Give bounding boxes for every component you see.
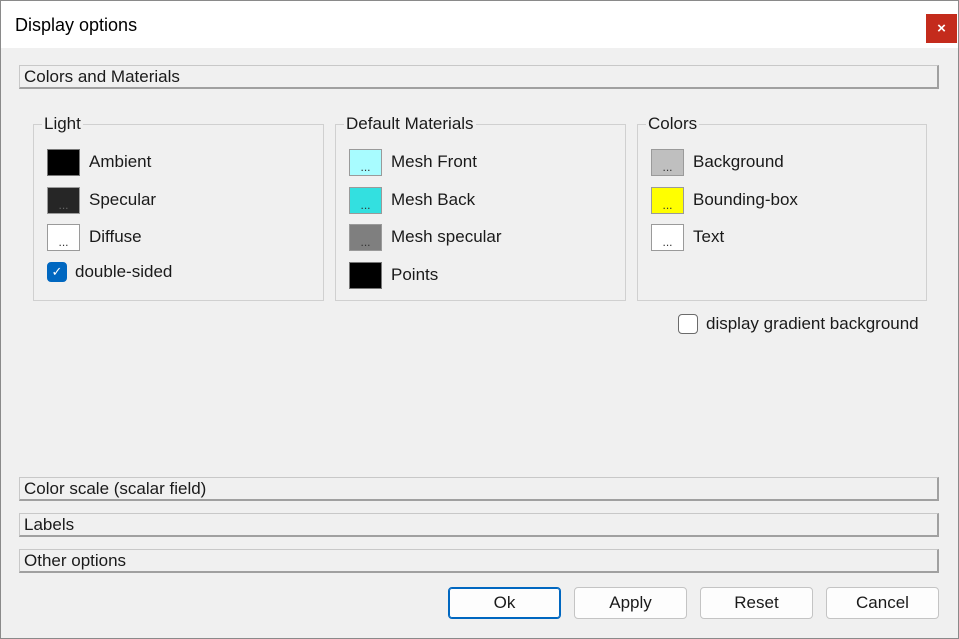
check-icon: ✓ (51, 264, 63, 279)
double-sided-label: double-sided (75, 262, 173, 281)
specular-color-button[interactable]: ... (47, 186, 80, 214)
dialog-title: Display options (15, 15, 138, 35)
diffuse-label: Diffuse (89, 227, 142, 246)
cancel-button[interactable]: Cancel (826, 587, 939, 619)
materials-group: Default Materials ... Mesh Front ... Mes… (335, 114, 626, 301)
light-group-label: Light (42, 114, 83, 134)
ambient-label: Ambient (89, 152, 152, 171)
gradient-row: display gradient background (678, 309, 919, 339)
double-sided-checkbox[interactable]: ✓ (47, 262, 67, 282)
gradient-checkbox[interactable] (678, 314, 698, 334)
title-bar: Display options × (1, 1, 958, 48)
points-row: Points (349, 260, 438, 290)
specular-label: Specular (89, 190, 157, 209)
diffuse-color-button[interactable]: ... (47, 223, 80, 251)
bounding-box-color-button[interactable]: ... (651, 186, 684, 214)
bounding-box-row: ... Bounding-box (651, 185, 798, 215)
mesh-back-label: Mesh Back (391, 190, 476, 209)
mesh-back-row: ... Mesh Back (349, 185, 475, 215)
gradient-label: display gradient background (706, 314, 919, 333)
display-options-dialog: Display options × Colors and Materials L… (0, 0, 959, 639)
colors-group-label: Colors (646, 114, 700, 134)
points-color-button[interactable] (349, 261, 382, 289)
text-row: ... Text (651, 222, 724, 252)
apply-button[interactable]: Apply (574, 587, 687, 619)
text-label: Text (693, 227, 725, 246)
mesh-specular-label: Mesh specular (391, 227, 502, 246)
section-labels[interactable]: Labels (19, 513, 939, 537)
section-color-scale[interactable]: Color scale (scalar field) (19, 477, 939, 501)
points-label: Points (391, 265, 439, 284)
background-color-button[interactable]: ... (651, 148, 684, 176)
light-diffuse-row: ... Diffuse (47, 222, 142, 252)
light-group: Light Ambient ... Specular ... Diffuse ✓… (33, 114, 324, 301)
mesh-front-color-button[interactable]: ... (349, 148, 382, 176)
background-label: Background (693, 152, 784, 171)
section-other-options[interactable]: Other options (19, 549, 939, 573)
close-icon: × (937, 20, 946, 37)
mesh-specular-row: ... Mesh specular (349, 222, 502, 252)
section-colors-materials[interactable]: Colors and Materials (19, 65, 939, 89)
mesh-back-color-button[interactable]: ... (349, 186, 382, 214)
close-button[interactable]: × (926, 14, 957, 43)
background-row: ... Background (651, 147, 784, 177)
materials-group-label: Default Materials (344, 114, 476, 134)
colors-group: Colors ... Background ... Bounding-box .… (637, 114, 927, 301)
ok-button[interactable]: Ok (448, 587, 561, 619)
double-sided-row: ✓ double-sided (47, 257, 172, 287)
bounding-box-label: Bounding-box (693, 190, 798, 209)
ambient-color-button[interactable] (47, 148, 80, 176)
light-ambient-row: Ambient (47, 147, 151, 177)
text-color-button[interactable]: ... (651, 223, 684, 251)
reset-button[interactable]: Reset (700, 587, 813, 619)
mesh-front-row: ... Mesh Front (349, 147, 477, 177)
light-specular-row: ... Specular (47, 185, 156, 215)
mesh-front-label: Mesh Front (391, 152, 477, 171)
mesh-specular-color-button[interactable]: ... (349, 223, 382, 251)
